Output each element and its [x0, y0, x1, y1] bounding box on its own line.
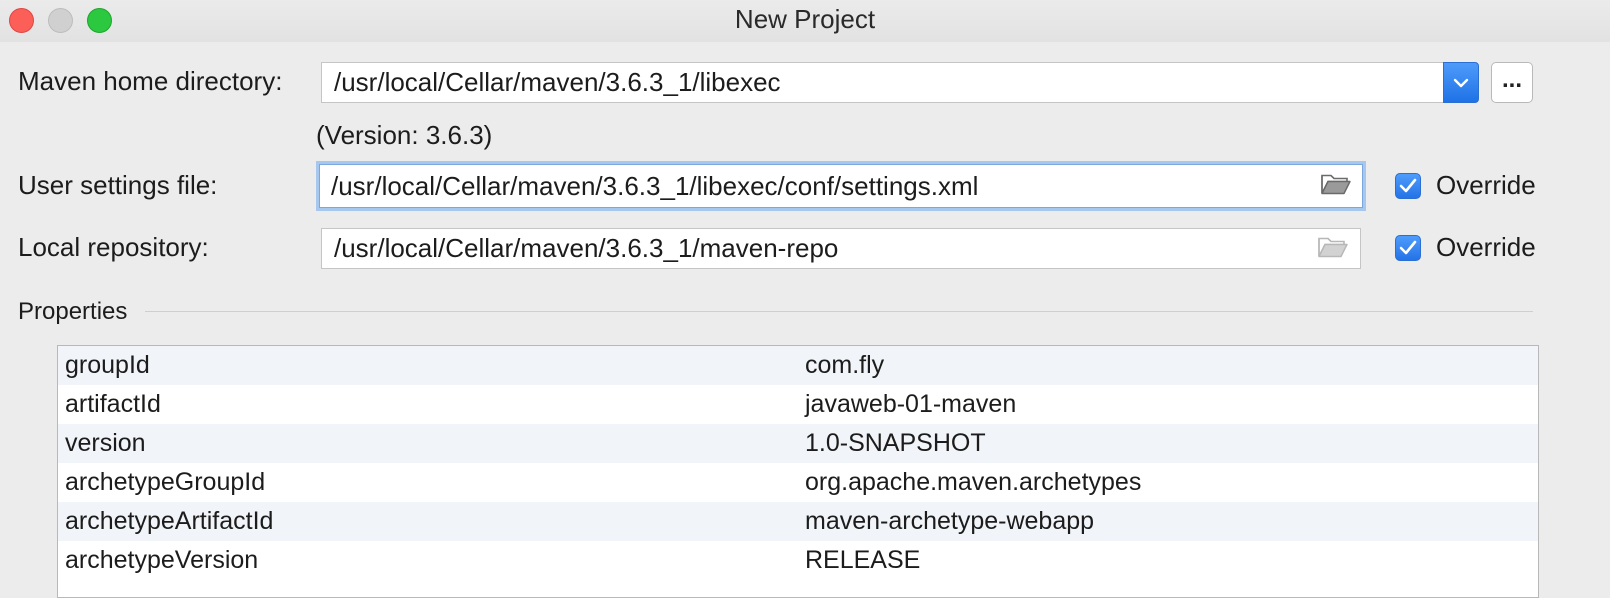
table-row[interactable]: artifactId javaweb-01-maven	[58, 385, 1538, 424]
folder-icon[interactable]	[1318, 233, 1348, 264]
table-row[interactable]: archetypeVersion RELEASE	[58, 541, 1538, 580]
table-row[interactable]: groupId com.fly	[58, 346, 1538, 385]
property-key: version	[65, 429, 146, 457]
maven-home-value: /usr/local/Cellar/maven/3.6.3_1/libexec	[334, 67, 781, 97]
local-repo-label: Local repository:	[18, 232, 209, 262]
property-value[interactable]: 1.0-SNAPSHOT	[805, 429, 986, 458]
maven-home-combobox[interactable]: /usr/local/Cellar/maven/3.6.3_1/libexec	[321, 62, 1445, 103]
property-value[interactable]: org.apache.maven.archetypes	[805, 468, 1141, 497]
local-repo-value: /usr/local/Cellar/maven/3.6.3_1/maven-re…	[334, 233, 839, 263]
table-row[interactable]: version 1.0-SNAPSHOT	[58, 424, 1538, 463]
checkmark-icon	[1399, 178, 1417, 193]
property-key: archetypeVersion	[65, 546, 259, 574]
properties-separator	[145, 311, 1533, 312]
user-settings-override-checkbox[interactable]	[1395, 173, 1421, 199]
maven-home-label: Maven home directory:	[18, 66, 283, 96]
maven-version-note: (Version: 3.6.3)	[316, 120, 493, 150]
property-value[interactable]: maven-archetype-webapp	[805, 507, 1094, 536]
property-key: groupId	[65, 351, 150, 379]
folder-icon[interactable]	[1321, 171, 1351, 202]
window-title: New Project	[734, 4, 876, 34]
local-repo-field[interactable]: /usr/local/Cellar/maven/3.6.3_1/maven-re…	[321, 228, 1361, 269]
local-repo-override-label[interactable]: Override	[1436, 232, 1536, 263]
property-key: archetypeArtifactId	[65, 507, 274, 535]
property-key: archetypeGroupId	[65, 468, 266, 496]
property-value[interactable]: javaweb-01-maven	[805, 390, 1016, 419]
checkmark-icon	[1399, 240, 1417, 255]
browse-maven-home-button[interactable]: ...	[1491, 62, 1533, 103]
property-value[interactable]: RELEASE	[805, 546, 920, 575]
user-settings-override-label[interactable]: Override	[1436, 170, 1536, 201]
user-settings-label: User settings file:	[18, 170, 218, 200]
local-repo-override-checkbox[interactable]	[1395, 235, 1421, 261]
user-settings-field[interactable]: /usr/local/Cellar/maven/3.6.3_1/libexec/…	[316, 161, 1366, 211]
properties-table[interactable]: groupId com.fly artifactId javaweb-01-ma…	[57, 345, 1539, 598]
title-bar: New Project	[0, 0, 1610, 42]
table-row[interactable]: archetypeArtifactId maven-archetype-weba…	[58, 502, 1538, 541]
table-row[interactable]: archetypeGroupId org.apache.maven.archet…	[58, 463, 1538, 502]
property-key: artifactId	[65, 390, 161, 418]
user-settings-value: /usr/local/Cellar/maven/3.6.3_1/libexec/…	[331, 170, 979, 201]
property-value[interactable]: com.fly	[805, 351, 884, 380]
properties-heading: Properties	[18, 298, 128, 325]
maven-home-dropdown-button[interactable]	[1443, 62, 1479, 103]
chevron-down-icon	[1453, 78, 1469, 87]
